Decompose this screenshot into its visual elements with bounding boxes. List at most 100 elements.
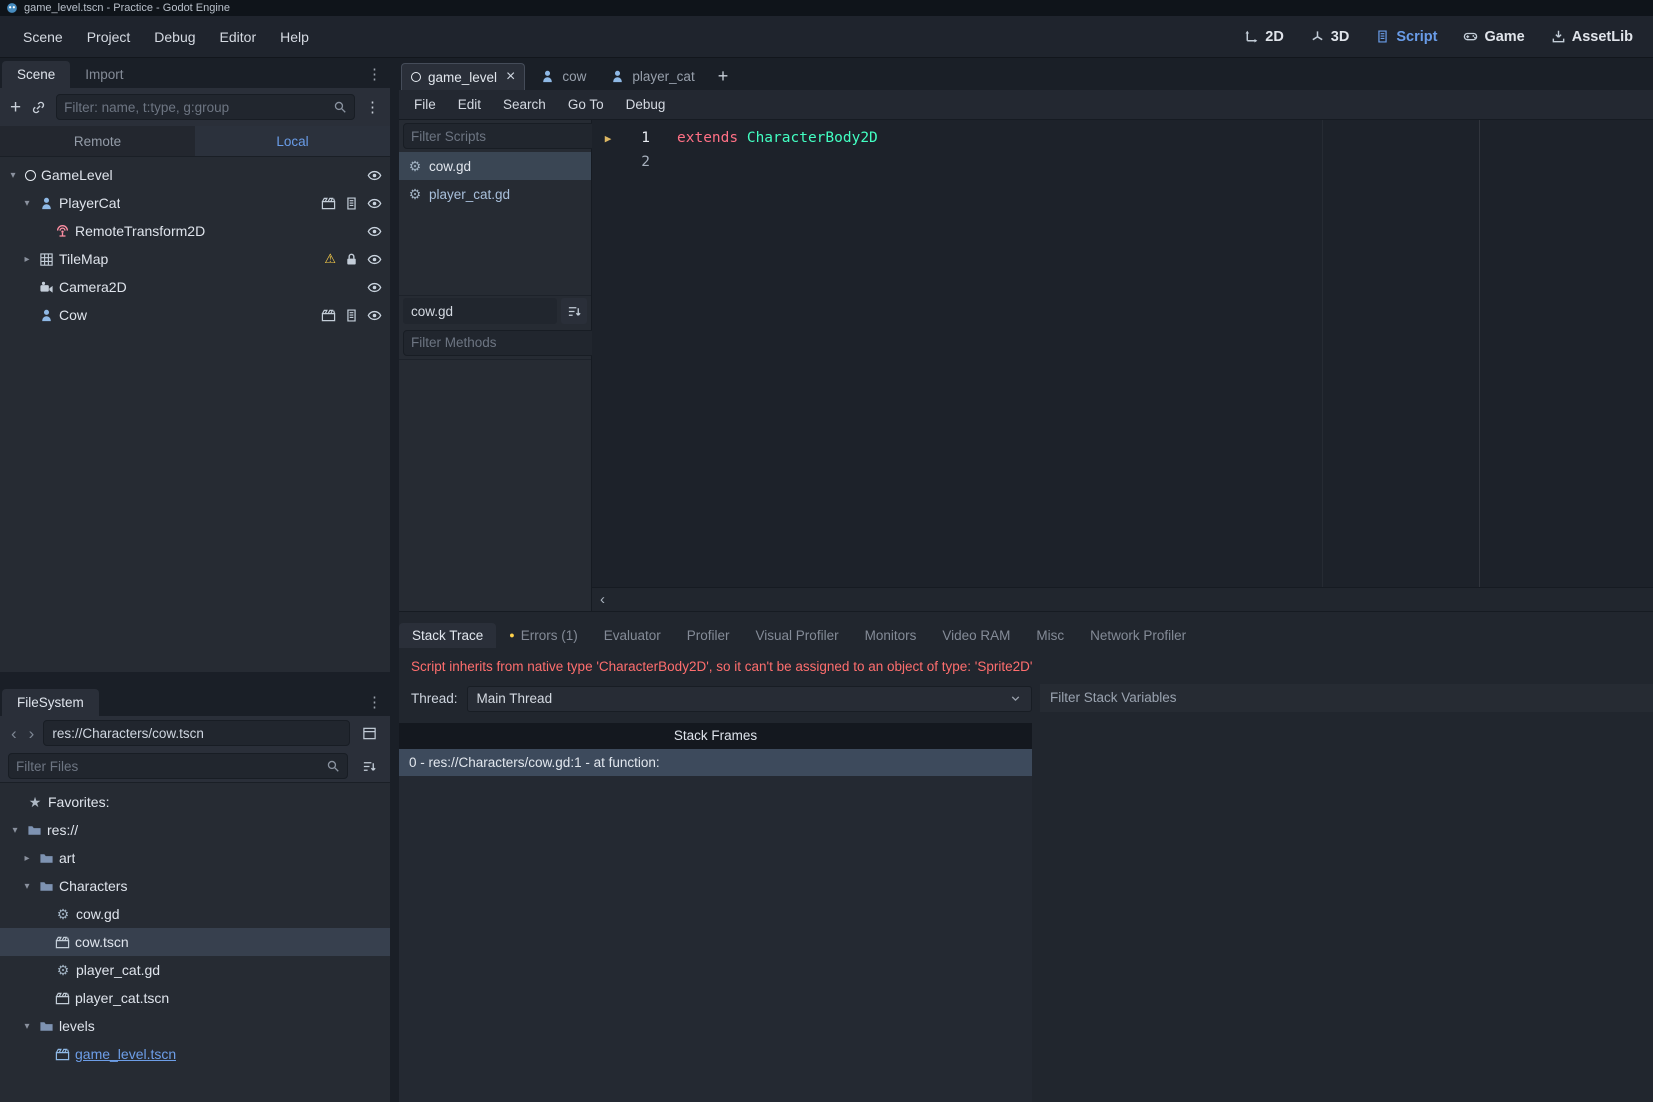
scene-instance-icon[interactable] (321, 308, 336, 323)
visibility-eye-icon[interactable] (367, 168, 382, 183)
dock-splitter[interactable] (0, 672, 390, 686)
fs-item-art[interactable]: ▸ art (0, 844, 390, 872)
2d-axes-icon (1244, 29, 1259, 44)
method-sort-button[interactable] (561, 298, 587, 324)
workspace-script-button[interactable]: Script (1367, 25, 1445, 49)
file-sort-button[interactable] (356, 753, 382, 779)
debugger-tab-visual-profiler[interactable]: Visual Profiler (743, 623, 852, 648)
scripts-panel-collapse-icon[interactable]: ‹ (600, 591, 605, 608)
script-menu-search[interactable]: Search (492, 93, 557, 116)
workspace-game-button[interactable]: Game (1455, 25, 1532, 49)
fs-item-player-cat-gd[interactable]: ⚙ player_cat.gd (0, 956, 390, 984)
execution-arrow-icon[interactable]: ▶ (592, 132, 624, 145)
tab-scene[interactable]: Scene (2, 61, 70, 88)
menu-project[interactable]: Project (76, 23, 142, 51)
visibility-eye-icon[interactable] (367, 252, 382, 267)
filesystem-options-icon[interactable]: ⋮ (367, 695, 382, 710)
scene-tree-node-camera2d[interactable]: Camera2D (0, 273, 390, 301)
scene-tab-game-level[interactable]: game_level × (401, 63, 525, 90)
scene-instance-icon[interactable] (321, 196, 336, 211)
collapse-arrow-icon[interactable]: ▸ (20, 853, 34, 864)
scene-tab-player-cat[interactable]: player_cat (601, 63, 703, 90)
collapse-arrow-icon[interactable]: ▸ (20, 254, 34, 265)
visibility-eye-icon[interactable] (367, 308, 382, 323)
character-body-icon (540, 69, 555, 84)
collapse-arrow-icon[interactable]: ▾ (6, 170, 20, 181)
debugger-tab-misc[interactable]: Misc (1023, 623, 1077, 648)
workspace-assetlib-button[interactable]: AssetLib (1543, 25, 1641, 49)
scene-tab-cow[interactable]: cow (531, 63, 595, 90)
collapse-arrow-icon[interactable]: ▾ (20, 1021, 34, 1032)
fs-item-player-cat-tscn[interactable]: player_cat.tscn (0, 984, 390, 1012)
attached-script-icon[interactable] (344, 196, 359, 211)
remote-tab[interactable]: Remote (0, 126, 195, 156)
script-item-cow-gd[interactable]: ⚙ cow.gd (399, 152, 591, 180)
stack-frame-label: 0 - res://Characters/cow.gd:1 - at funct… (409, 755, 660, 770)
scene-tree-node-playercat[interactable]: ▾ PlayerCat (0, 189, 390, 217)
stack-frame-row[interactable]: 0 - res://Characters/cow.gd:1 - at funct… (399, 749, 1032, 776)
script-item-player-cat-gd[interactable]: ⚙ player_cat.gd (399, 180, 591, 208)
script-filter-input[interactable] (411, 129, 588, 144)
debugger-tab-network-profiler[interactable]: Network Profiler (1077, 623, 1199, 648)
scene-tree-node-tilemap[interactable]: ▸ TileMap ⚠ (0, 245, 390, 273)
code-line-1[interactable]: ▶ 1 extends CharacterBody2D (592, 126, 1653, 150)
script-menu-edit[interactable]: Edit (447, 93, 492, 116)
script-menu-debug[interactable]: Debug (615, 93, 677, 116)
stack-variables-pane (1040, 684, 1653, 1102)
debugger-tab-evaluator[interactable]: Evaluator (591, 623, 674, 648)
warning-icon[interactable]: ⚠ (324, 251, 336, 267)
file-filter-input[interactable] (16, 759, 320, 774)
thread-dropdown[interactable]: Main Thread (467, 686, 1032, 712)
workspace-2d-button[interactable]: 2D (1236, 25, 1292, 49)
scene-tree-node-cow[interactable]: Cow (0, 301, 390, 329)
add-node-button[interactable]: + (10, 98, 21, 117)
code-editor[interactable]: ▶ 1 extends CharacterBody2D 2 (592, 120, 1653, 587)
fs-item-favorites[interactable]: ★ Favorites: (0, 788, 390, 816)
menu-help[interactable]: Help (269, 23, 320, 51)
gdscript-gear-icon: ⚙ (407, 159, 423, 173)
menu-scene[interactable]: Scene (12, 23, 74, 51)
script-menu-file[interactable]: File (403, 93, 447, 116)
history-forward-icon[interactable]: › (26, 725, 38, 742)
toggle-split-mode-button[interactable] (356, 720, 382, 746)
fs-item-cow-gd[interactable]: ⚙ cow.gd (0, 900, 390, 928)
debugger-tab-stack-trace[interactable]: Stack Trace (399, 623, 496, 648)
collapse-arrow-icon[interactable]: ▾ (8, 825, 22, 836)
debugger-tab-video-ram[interactable]: Video RAM (929, 623, 1023, 648)
collapse-arrow-icon[interactable]: ▾ (20, 881, 34, 892)
history-back-icon[interactable]: ‹ (8, 725, 20, 742)
code-line-2[interactable]: 2 (592, 150, 1653, 174)
scene-tree-node-remotetransform2d[interactable]: RemoteTransform2D (0, 217, 390, 245)
debugger-tab-monitors[interactable]: Monitors (852, 623, 930, 648)
current-path-input[interactable] (52, 726, 341, 741)
workspace-3d-button[interactable]: 3D (1302, 25, 1358, 49)
attached-script-icon[interactable] (344, 308, 359, 323)
debugger-tab-profiler[interactable]: Profiler (674, 623, 743, 648)
close-icon[interactable]: × (506, 69, 515, 85)
method-filter-input[interactable] (411, 335, 588, 350)
scene-filter-input[interactable] (64, 100, 327, 115)
fs-item-game-level-tscn[interactable]: game_level.tscn (0, 1040, 390, 1068)
tab-filesystem[interactable]: FileSystem (2, 689, 99, 716)
visibility-eye-icon[interactable] (367, 196, 382, 211)
fs-item-characters[interactable]: ▾ Characters (0, 872, 390, 900)
scene-dock-options-icon[interactable]: ⋮ (367, 67, 382, 82)
menu-editor[interactable]: Editor (209, 23, 268, 51)
visibility-eye-icon[interactable] (367, 280, 382, 295)
instantiate-scene-button[interactable] (31, 100, 46, 115)
lock-icon[interactable] (344, 252, 359, 267)
stack-variables-filter-input[interactable] (1050, 690, 1643, 705)
fs-item-levels[interactable]: ▾ levels (0, 1012, 390, 1040)
collapse-arrow-icon[interactable]: ▾ (20, 198, 34, 209)
scene-tree-options-icon[interactable]: ⋮ (365, 100, 380, 115)
local-tab[interactable]: Local (195, 126, 390, 156)
menu-debug[interactable]: Debug (143, 23, 206, 51)
scene-tree-node-gamelevel[interactable]: ▾ GameLevel (0, 161, 390, 189)
fs-item-cow-tscn[interactable]: cow.tscn (0, 928, 390, 956)
script-menu-goto[interactable]: Go To (557, 93, 615, 116)
visibility-eye-icon[interactable] (367, 224, 382, 239)
tab-import[interactable]: Import (70, 61, 138, 88)
debugger-tab-errors[interactable]: ● Errors (1) (496, 623, 590, 648)
new-scene-tab-button[interactable]: + (710, 66, 737, 90)
fs-item-res-root[interactable]: ▾ res:// (0, 816, 390, 844)
